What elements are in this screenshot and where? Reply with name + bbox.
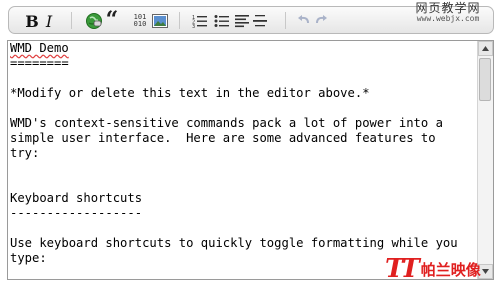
numbered-list-icon: 1 2 3 xyxy=(192,15,207,28)
editor-line: simple user interface. Here are some adv… xyxy=(10,131,436,145)
brand-name: 帕兰映像 xyxy=(420,260,481,279)
chevron-up-icon xyxy=(482,46,489,51)
watermark-url: www.webjx.com xyxy=(416,14,480,24)
link-button[interactable] xyxy=(85,11,103,31)
numbered-list-button[interactable]: 1 2 3 xyxy=(192,11,208,31)
bold-button[interactable]: B xyxy=(25,11,39,31)
heading-icon xyxy=(235,15,249,28)
blockquote-icon: “ xyxy=(105,7,119,33)
image-icon xyxy=(152,14,168,28)
svg-text:3: 3 xyxy=(192,24,195,28)
bulleted-list-icon xyxy=(214,15,229,27)
code-icon: 101 010 xyxy=(134,14,147,28)
code-button[interactable]: 101 010 xyxy=(130,11,150,31)
link-icon xyxy=(86,13,102,29)
heading-button[interactable] xyxy=(235,11,249,31)
scrollbar-thumb[interactable] xyxy=(479,58,491,101)
scroll-up-arrow[interactable] xyxy=(478,41,493,56)
blockquote-button[interactable]: “ xyxy=(105,7,119,33)
toolbar-separator xyxy=(71,12,72,29)
bold-icon: B xyxy=(25,11,39,31)
toolbar-separator xyxy=(285,12,286,29)
italic-button[interactable]: I xyxy=(43,11,55,31)
markdown-editor[interactable]: WMD Demo ======== *Modify or delete this… xyxy=(7,40,494,280)
italic-icon: I xyxy=(45,11,53,31)
editor-line: *Modify or delete this text in the edito… xyxy=(10,86,370,100)
editor-line: ------------------ xyxy=(10,206,143,220)
editor-text[interactable]: WMD Demo ======== *Modify or delete this… xyxy=(10,41,472,266)
editor-line: Keyboard shortcuts xyxy=(10,191,143,205)
redo-button[interactable] xyxy=(314,11,328,31)
editor-line: ======== xyxy=(10,56,69,70)
watermark: 网页教学网 www.webjx.com xyxy=(404,1,492,24)
code-icon-line-2: 010 xyxy=(133,20,147,28)
editor-line: Use keyboard shortcuts to quickly toggle… xyxy=(10,236,458,250)
editor-line: try: xyxy=(10,146,40,160)
horizontal-rule-icon xyxy=(253,15,267,27)
bulleted-list-button[interactable] xyxy=(214,11,230,31)
toolbar-separator xyxy=(179,12,180,29)
chevron-down-icon xyxy=(482,269,489,274)
undo-button[interactable] xyxy=(297,11,311,31)
image-button[interactable] xyxy=(152,11,168,31)
undo-icon xyxy=(298,15,309,24)
editor-line: WMD Demo xyxy=(10,41,472,56)
brand-watermark: TT 帕兰映像 xyxy=(385,254,481,284)
horizontal-rule-button[interactable] xyxy=(253,11,267,31)
redo-icon xyxy=(316,15,327,24)
editor-line: WMD's context-sensitive commands pack a … xyxy=(10,116,443,130)
brand-logo: TT xyxy=(385,254,420,284)
vertical-scrollbar[interactable] xyxy=(477,41,493,279)
editor-line-text: WMD Demo xyxy=(10,41,69,55)
